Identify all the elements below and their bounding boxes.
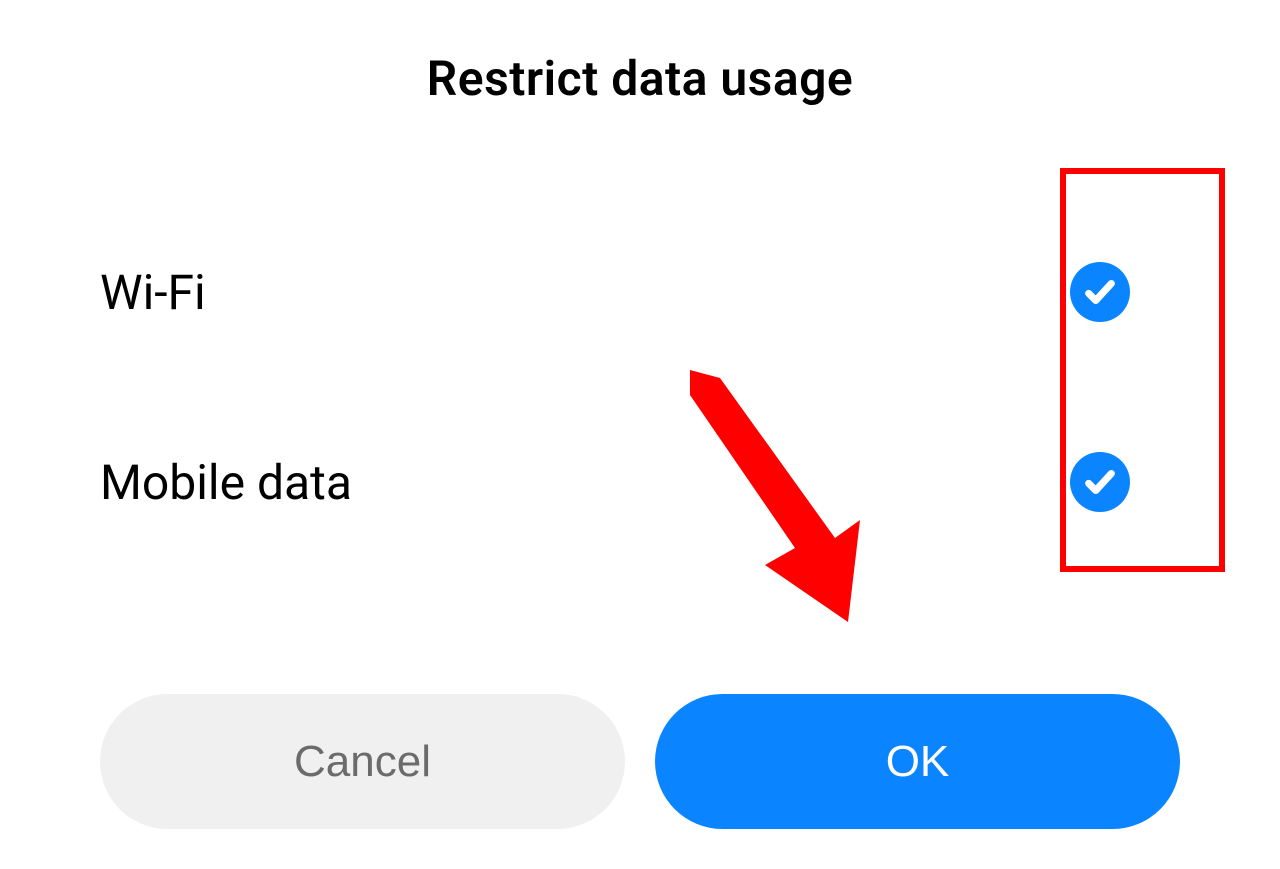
checkbox-wifi[interactable]: [1070, 262, 1130, 322]
dialog-title: Restrict data usage: [0, 50, 1280, 107]
checkbox-mobile-data[interactable]: [1070, 452, 1130, 512]
check-icon: [1083, 275, 1117, 309]
cancel-button[interactable]: Cancel: [100, 694, 625, 829]
option-row-wifi[interactable]: Wi-Fi: [0, 197, 1280, 387]
dialog-button-row: Cancel OK: [100, 694, 1180, 829]
option-row-mobile-data[interactable]: Mobile data: [0, 387, 1280, 577]
ok-button[interactable]: OK: [655, 694, 1180, 829]
check-icon: [1083, 465, 1117, 499]
restrict-data-dialog: Restrict data usage Wi-Fi Mobile data Ca…: [0, 0, 1280, 869]
option-label: Mobile data: [100, 454, 352, 511]
option-label: Wi-Fi: [100, 264, 206, 321]
